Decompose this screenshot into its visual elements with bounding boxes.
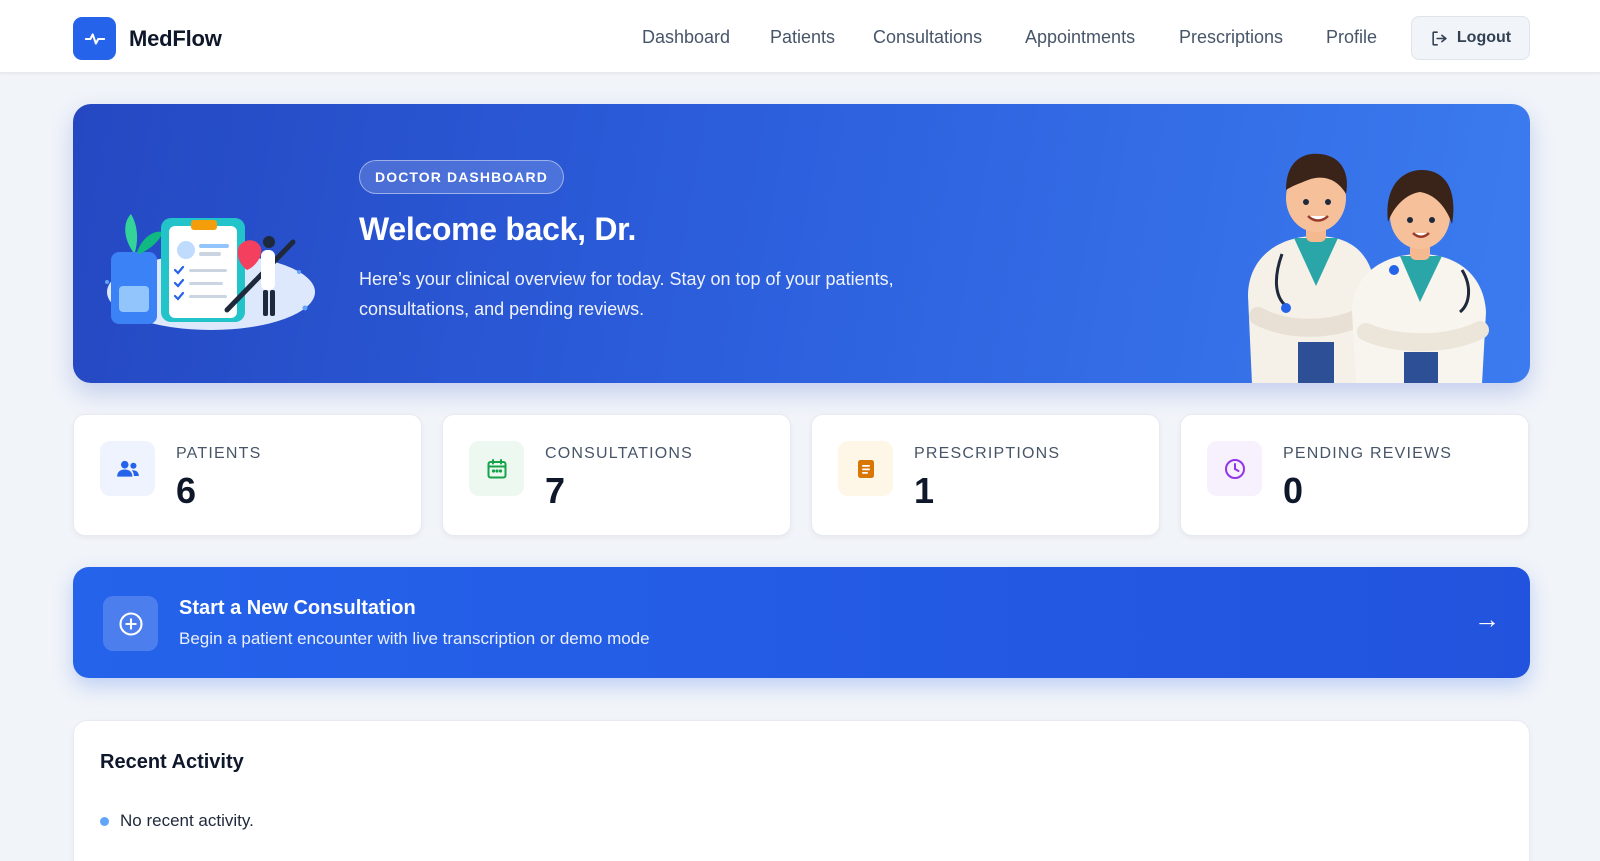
activity-text: No recent activity.	[120, 811, 254, 830]
logout-label: Logout	[1456, 29, 1512, 46]
logout-button[interactable]: Logout	[1411, 16, 1530, 60]
clipboard-illustration-icon	[103, 212, 317, 335]
stat-card-prescriptions[interactable]: PRESCRIPTIONS 1	[811, 414, 1160, 536]
stat-label: CONSULTATIONS	[545, 445, 694, 462]
logout-icon	[1432, 30, 1447, 46]
stat-value: 7	[545, 470, 566, 511]
start-consultation-button[interactable]: Start a New Consultation Begin a patient…	[73, 567, 1530, 678]
recent-activity-title: Recent Activity	[100, 751, 244, 773]
nav-patients[interactable]: Patients	[770, 27, 835, 48]
stat-value: 0	[1283, 470, 1304, 511]
recent-activity-card: Recent Activity No recent activity.	[73, 720, 1530, 861]
welcome-subtitle: Here’s your clinical overview for today.…	[359, 269, 894, 319]
welcome-title: Welcome back, Dr.	[359, 211, 637, 247]
stat-card-pending-reviews[interactable]: PENDING REVIEWS 0	[1180, 414, 1529, 536]
dashboard-badge: DOCTOR DASHBOARD	[359, 160, 564, 194]
arrow-right-icon: →	[1474, 604, 1500, 634]
stat-card-patients[interactable]: PATIENTS 6	[73, 414, 422, 536]
top-navigation-bar: MedFlow Dashboard Patients Consultations…	[0, 0, 1600, 73]
nav-prescriptions[interactable]: Prescriptions	[1179, 27, 1283, 48]
stat-value: 1	[914, 470, 935, 511]
nav-dashboard[interactable]: Dashboard	[642, 27, 730, 48]
bullet-dot-icon	[100, 816, 109, 826]
doctors-illustration-icon	[1238, 146, 1498, 383]
stat-value: 6	[176, 470, 197, 511]
clock-icon	[1207, 441, 1262, 496]
stat-label: PRESCRIPTIONS	[914, 445, 1061, 462]
welcome-hero: DOCTOR DASHBOARD Welcome back, Dr. Here’…	[73, 104, 1530, 383]
cta-subtitle: Begin a patient encounter with live tran…	[179, 629, 650, 648]
main-nav: Dashboard Patients Consultations Appoint…	[0, 0, 1600, 73]
cta-title: Start a New Consultation	[179, 597, 416, 619]
calendar-icon	[469, 441, 524, 496]
nav-profile[interactable]: Profile	[1326, 27, 1377, 48]
document-icon	[838, 441, 893, 496]
stat-label: PATIENTS	[176, 445, 262, 462]
plus-circle-icon	[103, 596, 158, 651]
list-item: No recent activity.	[100, 811, 254, 831]
users-icon	[100, 441, 155, 496]
nav-consultations[interactable]: Consultations	[873, 27, 982, 48]
nav-appointments[interactable]: Appointments	[1025, 27, 1135, 48]
stat-card-consultations[interactable]: CONSULTATIONS 7	[442, 414, 791, 536]
stat-label: PENDING REVIEWS	[1283, 445, 1453, 462]
